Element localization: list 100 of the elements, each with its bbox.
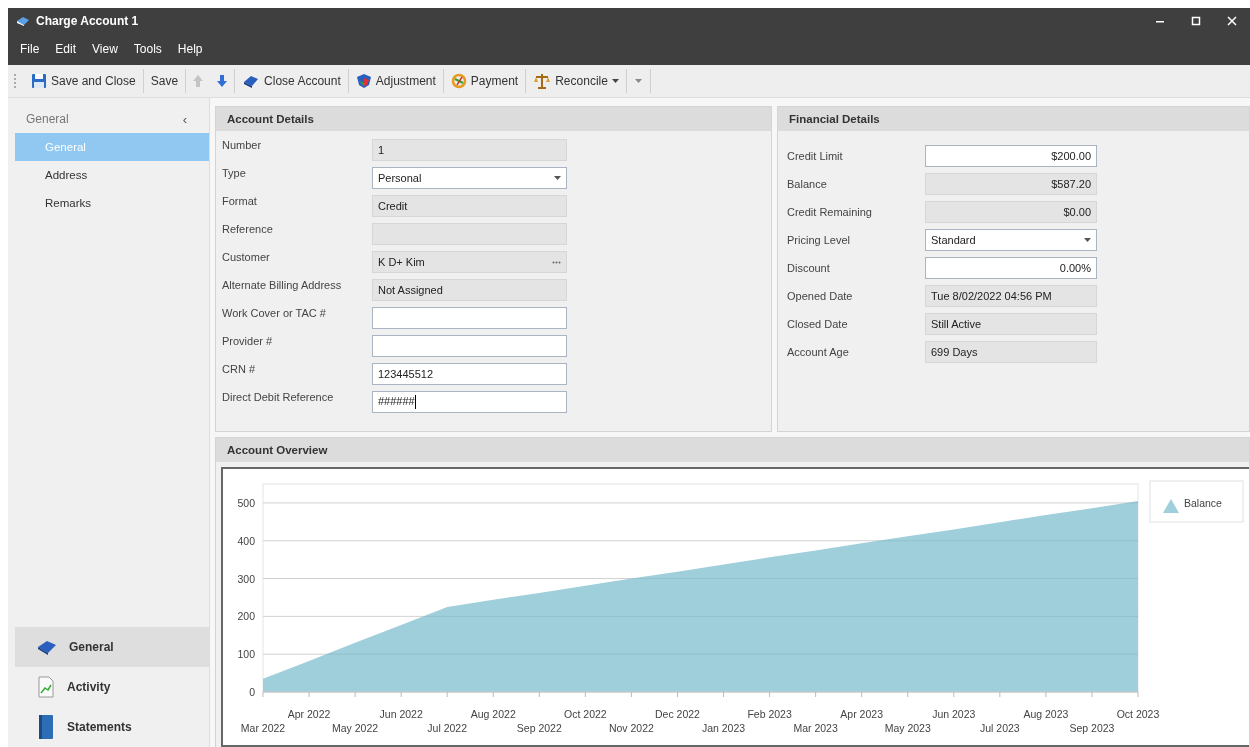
axis-label: May 2022 <box>332 722 379 734</box>
field-label: Alternate Billing Address <box>222 278 343 291</box>
text-field[interactable] <box>372 223 567 245</box>
ellipsis-icon <box>552 260 561 264</box>
window-title: Charge Account 1 <box>36 13 140 28</box>
field-label: Credit Remaining <box>787 206 873 218</box>
field-label: CRN # <box>222 362 256 375</box>
axis-label: 100 <box>237 648 255 661</box>
axis-label: Sep 2023 <box>1069 722 1115 734</box>
menu-item[interactable]: Help <box>169 42 211 56</box>
text-field[interactable]: Tue 8/02/2022 04:56 PM <box>925 285 1097 307</box>
close-icon <box>1227 15 1237 26</box>
toolbar-button[interactable]: Adjustment <box>348 69 444 93</box>
shield-icon <box>355 73 372 89</box>
legend-label: Balance <box>1184 497 1222 509</box>
payment-icon <box>450 73 467 89</box>
caret-icon <box>611 78 619 84</box>
axis-label: Jun 2023 <box>932 708 976 720</box>
amount-field[interactable]: $0.00 <box>925 201 1097 223</box>
axis-label: 200 <box>237 610 255 623</box>
collapse-button[interactable]: ‹ <box>182 111 187 127</box>
text-field[interactable]: Credit <box>372 195 567 217</box>
toolbar-button[interactable]: Save and Close <box>24 69 144 93</box>
axis-label: Apr 2023 <box>840 708 883 720</box>
menu-item[interactable]: Tools <box>125 42 170 56</box>
section-header: General <box>26 112 69 126</box>
axis-label: May 2023 <box>884 722 931 734</box>
up-arrow-icon <box>192 74 205 88</box>
axis-label: Aug 2023 <box>1023 708 1069 720</box>
axis-label: Apr 2022 <box>287 708 331 720</box>
lookup-field[interactable]: K D+ Kim <box>372 251 567 273</box>
axis-label: Dec 2022 <box>655 708 700 720</box>
field-label: Direct Debit Reference <box>222 390 335 403</box>
field-label: Number <box>222 138 263 151</box>
field-label: Balance <box>787 178 828 190</box>
text-field[interactable]: 1 <box>372 139 567 161</box>
panel-header: Financial Details <box>778 107 1249 131</box>
field-label: Closed Date <box>787 318 849 330</box>
sidebar-item[interactable]: Remarks <box>15 189 209 217</box>
nav-button[interactable]: Statements <box>15 707 209 747</box>
field-label: Format <box>222 194 258 207</box>
text-field[interactable]: Not Assigned <box>372 279 567 301</box>
book-icon <box>242 73 261 89</box>
axis-label: Feb 2023 <box>747 708 792 720</box>
axis-label: Nov 2022 <box>608 722 654 734</box>
field-label: Work Cover or TAC # <box>222 306 327 319</box>
axis-label: 300 <box>237 572 255 585</box>
axis-label: Sep 2022 <box>516 722 562 734</box>
axis-label: Jul 2022 <box>427 722 468 734</box>
menu-item[interactable]: View <box>84 42 126 56</box>
amount-field[interactable]: 0.00% <box>925 257 1097 279</box>
axis-label: Jan 2023 <box>701 722 746 734</box>
axis-label: Jun 2022 <box>379 708 423 720</box>
menu-item[interactable]: File <box>12 42 48 56</box>
axis-label: 0 <box>249 686 255 698</box>
chart-page-icon <box>37 676 55 698</box>
text-field[interactable]: ###### <box>372 391 567 413</box>
axis-label: Oct 2022 <box>564 708 607 720</box>
scales-icon <box>533 73 552 89</box>
caret-icon <box>634 78 642 84</box>
field-label: Account Age <box>787 346 850 358</box>
text-field[interactable]: 699 Days <box>925 341 1097 363</box>
nav-button[interactable]: Activity <box>15 667 209 707</box>
sidebar-item[interactable]: Address <box>15 161 209 189</box>
axis-label: Oct 2023 <box>1116 708 1160 720</box>
nav-button[interactable]: General <box>15 627 209 667</box>
toolbar-button[interactable]: Payment <box>443 69 527 93</box>
dropdown-field[interactable]: Personal <box>372 167 567 189</box>
caret-icon <box>1084 238 1091 242</box>
field-label: Customer <box>222 250 271 263</box>
app-icon <box>16 14 30 27</box>
field-label: Opened Date <box>787 290 854 302</box>
legend-marker-icon <box>1163 499 1179 513</box>
amount-field[interactable]: $200.00 <box>925 145 1097 167</box>
axis-label: Jul 2023 <box>980 722 1020 734</box>
field-label: Pricing Level <box>787 234 851 246</box>
axis-label: Mar 2023 <box>793 722 838 734</box>
maximize-icon <box>1191 15 1201 26</box>
field-label: Discount <box>787 262 831 274</box>
dropdown-button[interactable]: Reconcile <box>526 69 627 93</box>
caret-icon <box>554 176 561 180</box>
field-label: Credit Limit <box>787 150 844 162</box>
binder-icon <box>37 714 55 740</box>
axis-label: 400 <box>237 534 255 547</box>
toolbar-button[interactable]: Close Account <box>235 69 349 93</box>
menu-item[interactable]: Edit <box>47 42 85 56</box>
toolbar-button[interactable]: Save <box>143 69 187 93</box>
axis-label: Aug 2022 <box>470 708 516 720</box>
field-label: Reference <box>222 222 274 235</box>
dropdown-field[interactable]: Standard <box>925 229 1097 251</box>
down-arrow-icon <box>216 74 229 88</box>
axis-label: Mar 2022 <box>240 722 286 734</box>
amount-field[interactable]: $587.20 <box>925 173 1097 195</box>
text-field[interactable] <box>372 335 567 357</box>
text-field[interactable]: Still Active <box>925 313 1097 335</box>
panel-header: Account Details <box>216 107 771 131</box>
field-label: Type <box>222 166 247 179</box>
text-field[interactable] <box>372 307 567 329</box>
field-label: Provider # <box>222 334 274 347</box>
text-field[interactable]: 123445512 <box>372 363 567 385</box>
